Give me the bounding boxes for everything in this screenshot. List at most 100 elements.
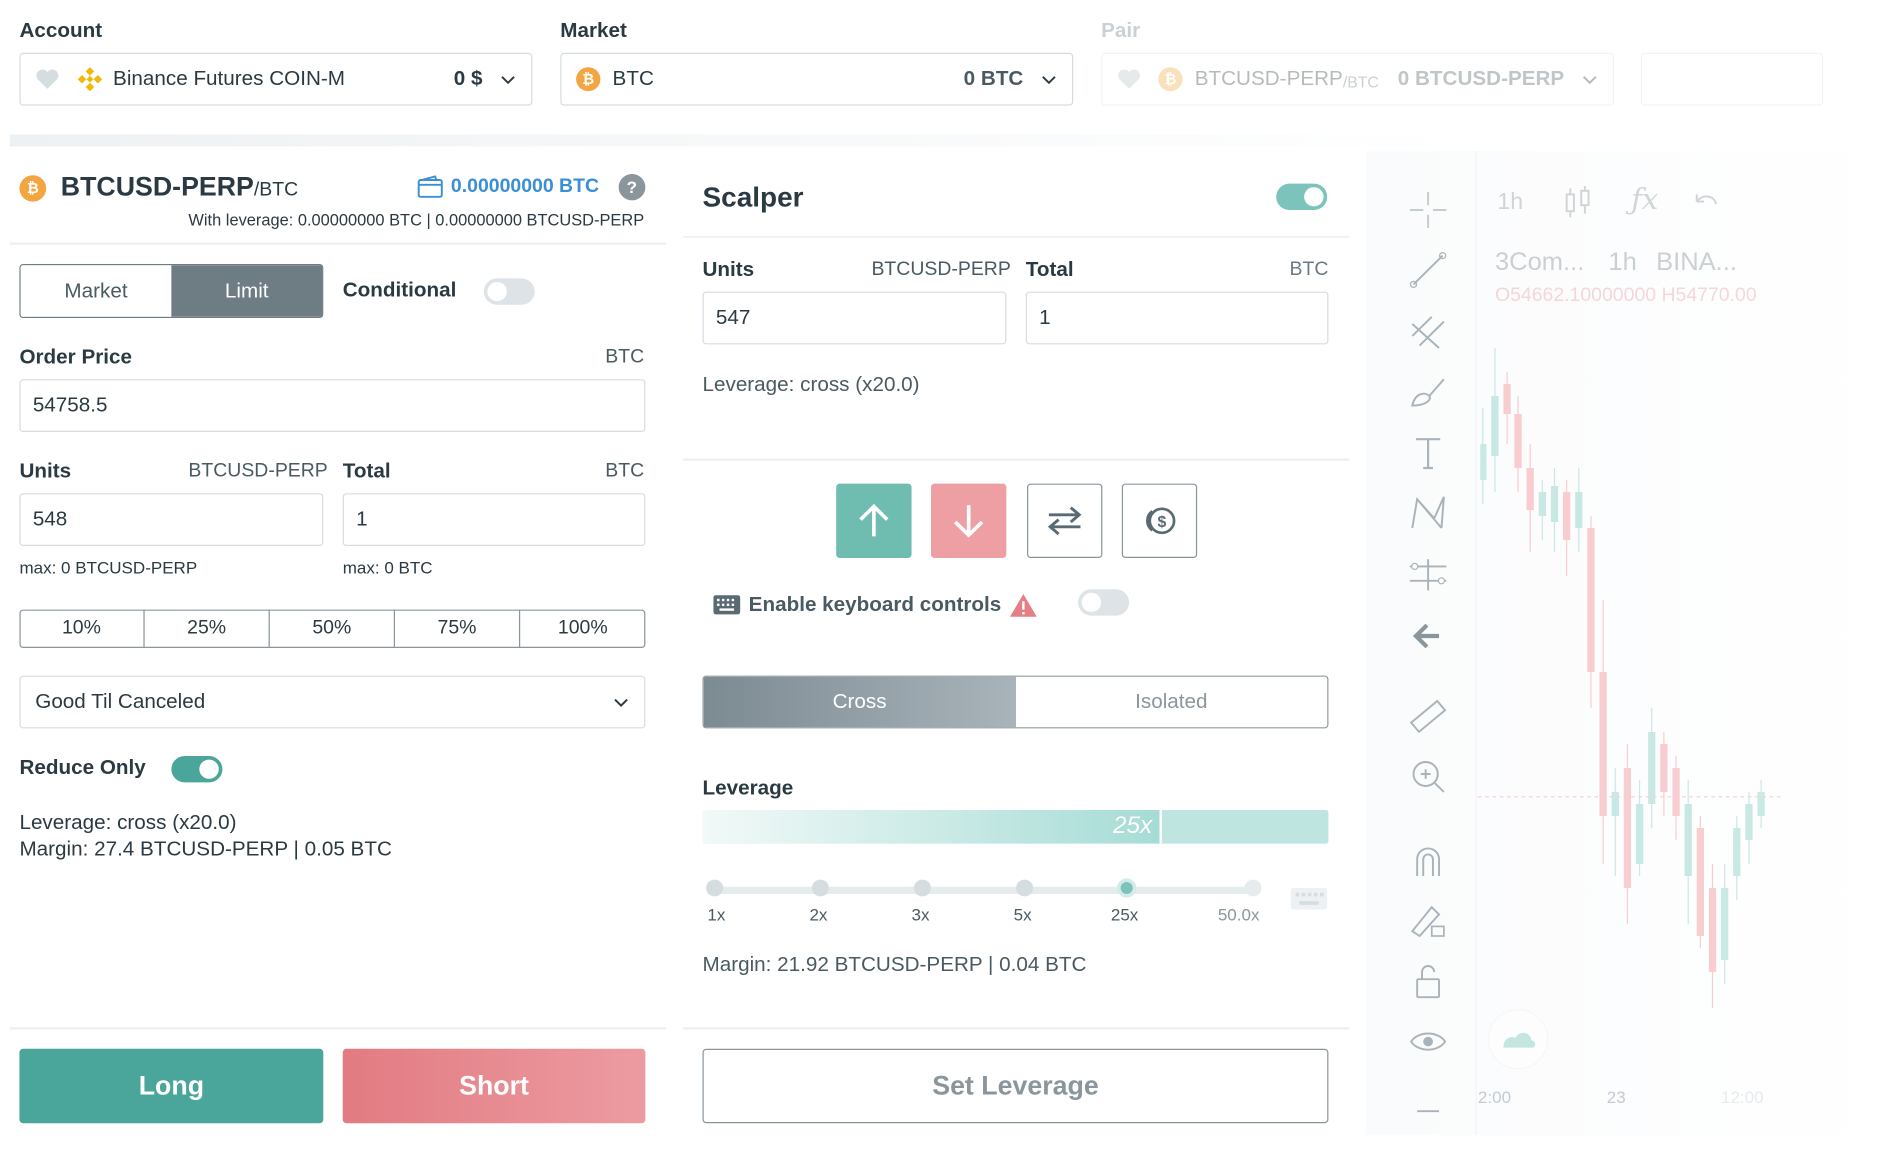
collapse-icon[interactable] [1406,1092,1450,1121]
chart-interval[interactable]: 1h [1497,190,1523,216]
leverage-slider-stop[interactable] [1244,879,1262,897]
leverage-slider-handle[interactable] [1116,878,1137,898]
leverage-slider-stop[interactable] [913,879,931,897]
keyboard-icon [713,595,741,615]
candlestick-chart[interactable] [1477,312,1794,1056]
measure-tool-icon[interactable] [1406,553,1450,596]
order-leverage-text: Leverage: cross (x20.0) [19,811,237,835]
order-price-input[interactable]: 54758.5 [19,379,646,433]
conditional-toggle[interactable] [483,278,535,305]
header-divider [9,134,1469,147]
bitcoin-icon: ₿ [19,175,47,202]
leverage-slider-stop[interactable] [706,879,724,897]
leverage-tick-label: 1x [707,904,726,925]
percent-25-button[interactable]: 25% [145,609,270,648]
tab-market[interactable]: Market [20,265,172,317]
long-button[interactable]: Long [19,1048,324,1124]
chart-legend: 3Com... 1h BINA... [1495,248,1737,277]
leverage-margin-text: Margin: 21.92 BTCUSD-PERP | 0.04 BTC [702,952,1087,976]
leverage-footer-divider [683,1027,1350,1030]
leverage-bar-value: 25x [1113,812,1153,839]
crosshair-icon[interactable] [1406,188,1450,231]
order-price-unit: BTC [605,346,645,368]
help-icon[interactable]: ? [618,174,646,201]
percent-75-button[interactable]: 75% [395,609,521,648]
tab-cross[interactable]: Cross [703,676,1016,728]
time-axis-label: 2:00 [1477,1087,1512,1107]
total-max: max: 0 BTC [342,558,433,578]
time-axis-label: 23 [1606,1087,1626,1107]
leverage-slider-track[interactable] [714,886,1254,895]
percent-100-button[interactable]: 100% [520,610,645,648]
chart-legend-name: 3Com... [1494,248,1585,276]
scalper-leverage-text: Leverage: cross (x20.0) [702,373,920,397]
percent-10-button[interactable]: 10% [19,609,145,648]
time-axis-label: 12:00 [1721,1087,1764,1107]
tab-isolated[interactable]: Isolated [1015,676,1328,728]
total-input[interactable]: 1 [342,493,646,546]
ruler-icon[interactable] [1406,695,1450,738]
pair-label: Pair [1101,19,1141,42]
tab-limit[interactable]: Limit [171,265,323,317]
order-footer-divider [9,1027,667,1030]
account-select[interactable]: Binance Futures COIN-M 0 $ [19,52,533,106]
scalper-units-input[interactable]: 547 [702,291,1007,345]
magnet-icon[interactable] [1406,839,1450,882]
wallet-balance[interactable]: 0.00000000 BTC ? [417,174,646,201]
chevron-down-icon [1582,76,1597,85]
extra-select[interactable] [1640,52,1824,106]
indicators-fx-icon[interactable]: ƒx [1631,182,1658,216]
leverage-slider-stop[interactable] [1016,879,1034,897]
scalper-short-button[interactable] [930,483,1007,558]
leverage-tick-label: 3x [911,904,930,925]
market-select[interactable]: ₿ BTC 0 BTC [560,52,1074,106]
text-tool-icon[interactable] [1406,431,1450,474]
leverage-bar: 25x [702,810,1329,844]
units-unit: BTCUSD-PERP [188,460,328,482]
trend-line-icon[interactable] [1406,248,1450,291]
lock-drawings-icon[interactable] [1406,899,1450,942]
scalper-toggle[interactable] [1276,183,1328,211]
reduce-only-toggle[interactable] [171,756,223,783]
visibility-eye-icon[interactable] [1406,1020,1450,1063]
unlock-icon[interactable] [1406,960,1450,1003]
binance-logo-icon [77,67,103,92]
chevron-down-icon [501,76,515,85]
set-leverage-button[interactable]: Set Leverage [702,1048,1329,1124]
chart-ohlc: O54662.10000000 H54770.00 [1494,285,1757,306]
bitcoin-icon: ₿ [576,67,601,92]
scalper-units-label: Units [702,258,755,281]
scalper-long-button[interactable] [836,483,912,558]
total-unit: BTC [605,460,645,482]
scalper-reverse-button[interactable] [1027,483,1103,558]
favorite-heart-icon[interactable] [35,68,59,90]
time-in-force-select[interactable]: Good Til Canceled [19,675,646,729]
scalper-total-input[interactable]: 1 [1025,291,1329,345]
brush-icon[interactable] [1406,371,1450,414]
fib-tool-icon[interactable] [1406,311,1450,354]
short-button[interactable]: Short [342,1048,646,1124]
undo-icon[interactable] [1692,190,1721,216]
keyboard-input-icon[interactable] [1290,887,1329,911]
arrow-up-icon [859,503,889,537]
back-arrow-icon[interactable] [1406,614,1450,657]
coin-close-icon: $ [1146,507,1176,535]
market-balance: 0 BTC [963,67,1024,90]
leverage-tick-label: 50.0x [1217,904,1260,925]
chart-legend-exchange: BINA... [1656,248,1737,276]
pattern-tool-icon[interactable] [1406,491,1450,534]
percent-50-button[interactable]: 50% [270,609,396,648]
candles-type-icon[interactable] [1563,185,1592,221]
scalper-total-unit: BTC [1289,259,1329,280]
units-input[interactable]: 548 [19,493,324,546]
keyboard-controls-toggle[interactable] [1078,589,1130,616]
leverage-slider-stop[interactable] [811,879,829,897]
scalper-close-button[interactable]: $ [1121,483,1198,558]
favorite-heart-icon[interactable] [1117,68,1141,90]
order-price-label: Order Price [19,345,133,369]
scalper-title: Scalper [702,181,804,213]
order-margin-text: Margin: 27.4 BTCUSD-PERP | 0.05 BTC [19,837,392,861]
pair-select[interactable]: ₿ BTCUSD-PERP /BTC 0 BTCUSD-PERP [1101,52,1615,106]
scalper-divider [683,236,1350,238]
zoom-in-icon[interactable] [1406,755,1450,798]
